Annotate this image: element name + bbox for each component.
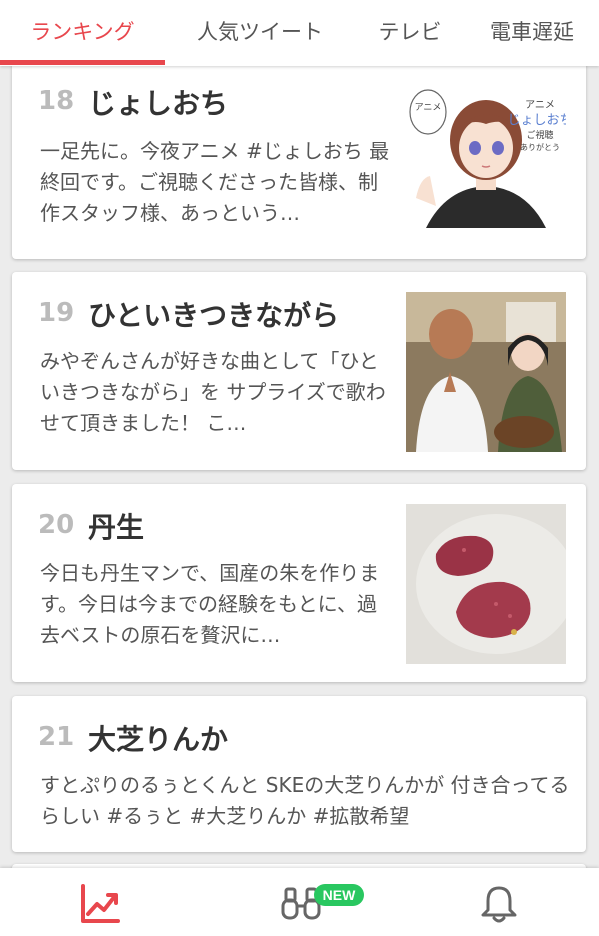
thumb-caption-small: アニメ bbox=[415, 103, 442, 113]
trend-summary: みやぞんさんが好きな曲として「ひといきつきながら」を サプライズで歌わせて頂きま… bbox=[40, 349, 386, 435]
trend-title: 大芝りんか bbox=[88, 723, 229, 756]
active-tab-indicator bbox=[0, 60, 165, 65]
trending-chart-icon[interactable] bbox=[80, 884, 120, 928]
ranking-card[interactable]: 18 じょしおち 一足先に。今夜アニメ #じょしおち 最終回です。ご視聴くださっ… bbox=[12, 62, 586, 259]
red-stones-photo-thumbnail bbox=[406, 504, 566, 664]
new-badge: NEW bbox=[314, 884, 364, 906]
tab-bar: ランキング 人気ツイート テレビ 電車遅延 bbox=[0, 0, 599, 66]
bell-icon[interactable] bbox=[480, 884, 518, 928]
anime-illustration-thumbnail: アニメ アニメ じょしおち ご視聴 ありがとう bbox=[406, 78, 566, 238]
rank-number: 20 bbox=[38, 510, 75, 540]
svg-text:アニメ: アニメ bbox=[525, 100, 555, 111]
trend-title: じょしおち bbox=[88, 87, 229, 120]
ranking-card[interactable]: 19 ひといきつきながら みやぞんさんが好きな曲として「ひといきつきながら」を … bbox=[12, 272, 586, 470]
tab-train-delay[interactable]: 電車遅延 bbox=[476, 0, 588, 66]
svg-text:じょしおち: じょしおち bbox=[507, 113, 566, 128]
tab-popular-tweets[interactable]: 人気ツイート bbox=[176, 0, 344, 66]
rank-number: 21 bbox=[38, 722, 75, 752]
ranking-card[interactable]: 21 大芝りんか すとぷりのるぅとくんと SKEの大芝りんかが 付き合ってるらし… bbox=[12, 696, 586, 852]
rank-number: 18 bbox=[38, 86, 75, 116]
trend-title: ひといきつきながら bbox=[88, 299, 340, 332]
photo-two-people-thumbnail bbox=[406, 292, 566, 452]
svg-text:ご視聴: ご視聴 bbox=[526, 129, 553, 141]
trend-summary: 今日も丹生マンで、国産の朱を作ります。今日は今までの経験をもとに、過去ベストの原… bbox=[40, 561, 380, 647]
trend-title: 丹生 bbox=[88, 511, 145, 544]
rank-number: 19 bbox=[38, 298, 75, 328]
tab-ranking[interactable]: ランキング bbox=[0, 0, 165, 66]
trend-summary: 一足先に。今夜アニメ #じょしおち 最終回です。ご視聴くださった皆様、制作スタッ… bbox=[40, 139, 390, 225]
trend-summary: すとぷりのるぅとくんと SKEの大芝りんかが 付き合ってるらしい #るぅと #大… bbox=[40, 773, 570, 828]
ranking-card[interactable]: 20 丹生 今日も丹生マンで、国産の朱を作ります。今日は今までの経験をもとに、過… bbox=[12, 484, 586, 682]
svg-text:ありがとう: ありがとう bbox=[520, 142, 560, 152]
tab-tv[interactable]: テレビ bbox=[360, 0, 460, 66]
